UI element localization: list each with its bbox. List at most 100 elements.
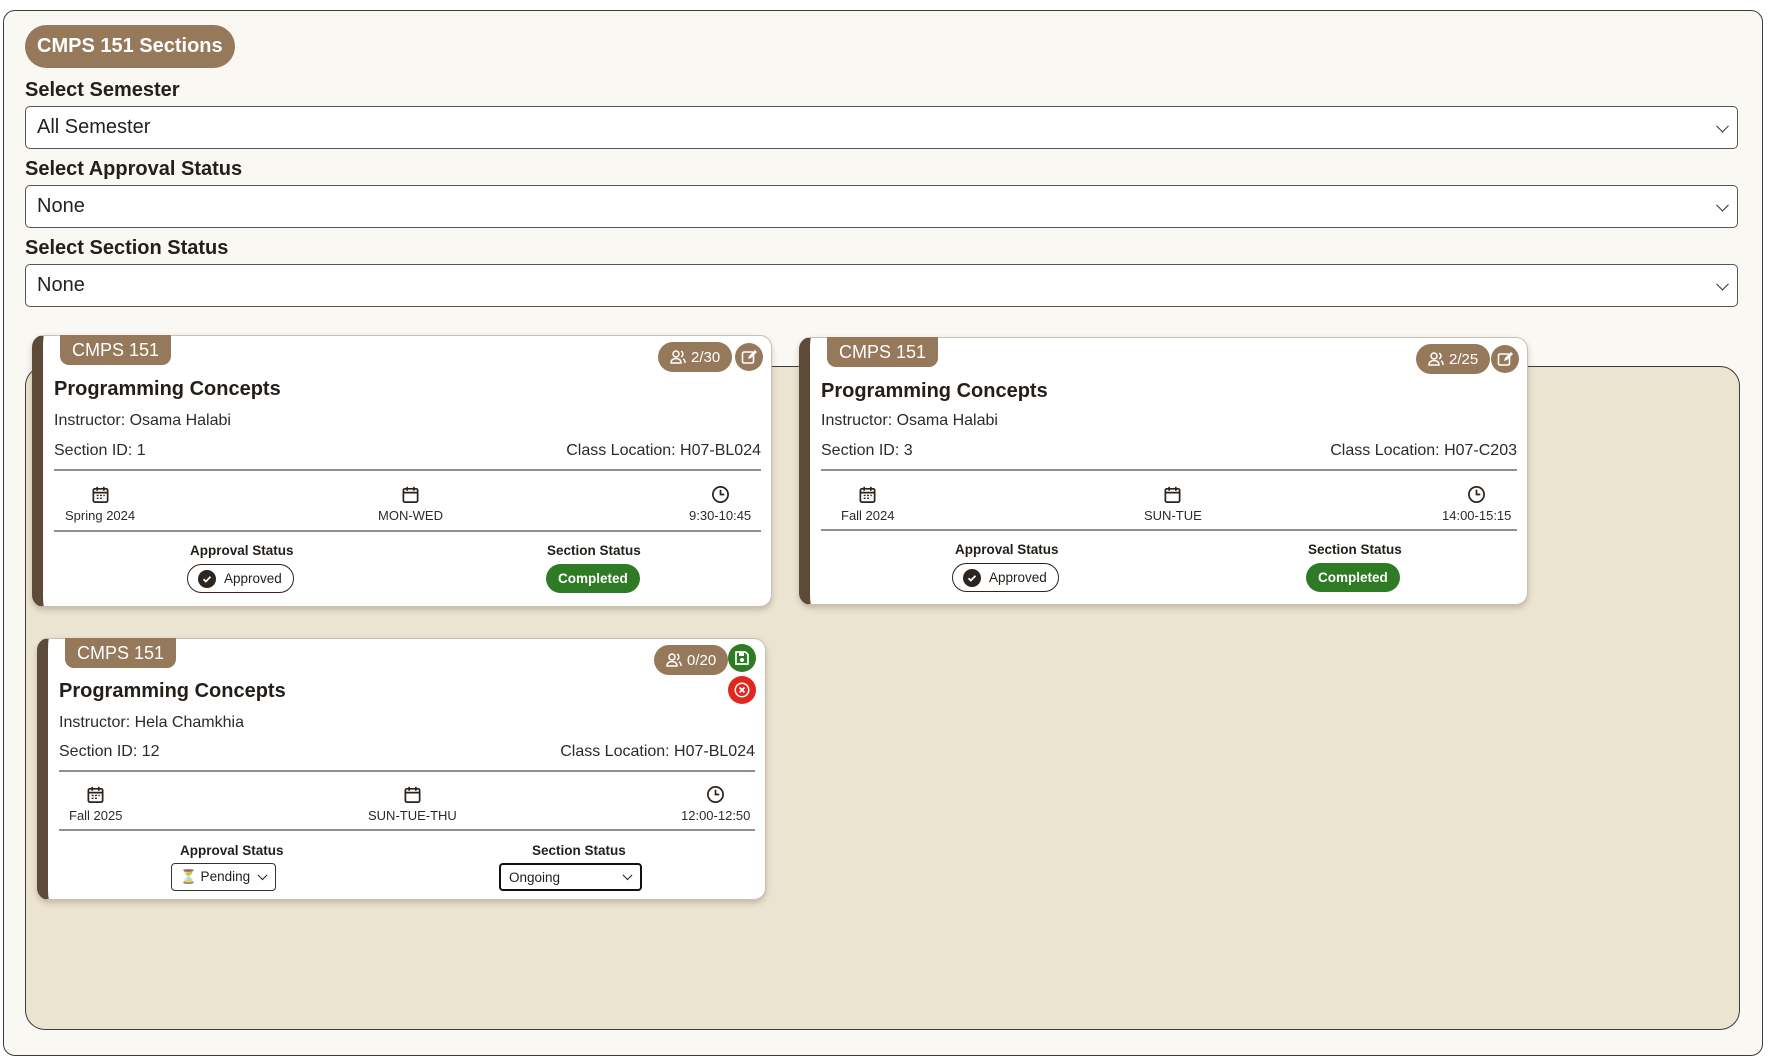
approval-status-label: Approval Status <box>180 843 284 858</box>
section-card: CMPS 151 0/20 Programming Concepts Instr… <box>37 638 766 900</box>
divider <box>54 530 761 532</box>
course-title: Programming Concepts <box>54 378 281 400</box>
approval-value: Approved <box>989 570 1047 585</box>
calendar-day-icon <box>402 486 419 503</box>
clock-icon <box>711 486 729 503</box>
instructor-name: Instructor: Osama Halabi <box>54 412 231 429</box>
approval-status-label: Approval Status <box>955 542 1059 557</box>
edit-icon <box>1497 352 1513 366</box>
divider <box>821 529 1517 531</box>
days-value: SUN-TUE-THU <box>368 808 457 823</box>
enrollment-count: 0/20 <box>654 645 729 675</box>
section-dropdown-value: Ongoing <box>509 869 561 885</box>
divider <box>59 829 755 831</box>
section-status-badge: Completed <box>546 564 640 593</box>
time-info: 14:00-15:15 <box>1442 485 1511 523</box>
divider <box>54 469 761 471</box>
chevron-down-icon <box>1716 119 1729 133</box>
chevron-down-icon <box>257 870 268 881</box>
edit-button[interactable] <box>735 343 763 371</box>
enrollment-count: 2/25 <box>1416 344 1491 374</box>
enrollment-count: 2/30 <box>658 342 733 372</box>
chevron-down-icon <box>1716 277 1729 291</box>
clock-icon <box>1468 486 1486 503</box>
days-value: SUN-TUE <box>1144 508 1202 523</box>
section-status-label: Section Status <box>1308 542 1402 557</box>
divider <box>59 770 755 772</box>
section-status-badge: Completed <box>1306 563 1400 592</box>
class-location: Class Location: H07-BL024 <box>566 442 761 459</box>
save-button[interactable] <box>728 644 756 672</box>
cancel-button[interactable] <box>728 676 756 704</box>
approval-value: Approved <box>224 571 282 586</box>
section-select-value: None <box>37 274 85 296</box>
section-id: Section ID: 12 <box>59 743 160 760</box>
users-icon <box>1428 352 1444 366</box>
enrollment-value: 0/20 <box>687 651 717 669</box>
calendar-icon <box>92 486 109 503</box>
days-value: MON-WED <box>378 508 443 523</box>
instructor-name: Instructor: Hela Chamkhia <box>59 714 244 731</box>
semester-value: Spring 2024 <box>65 508 136 523</box>
instructor-name: Instructor: Osama Halabi <box>821 412 998 429</box>
course-title: Programming Concepts <box>821 380 1048 402</box>
class-location: Class Location: H07-BL024 <box>560 743 755 760</box>
semester-select-value: All Semester <box>37 116 151 138</box>
semester-select[interactable]: All Semester <box>25 106 1738 149</box>
days-info: SUN-TUE <box>1144 485 1202 523</box>
enrollment-value: 2/30 <box>691 348 721 366</box>
users-icon <box>666 653 682 667</box>
users-icon <box>670 350 686 364</box>
cancel-icon <box>734 682 750 698</box>
edit-button[interactable] <box>1491 345 1519 373</box>
check-circle-icon <box>963 568 981 587</box>
semester-value: Fall 2024 <box>841 508 895 523</box>
course-code-tab: CMPS 151 <box>65 638 177 668</box>
approval-status-label: Approval Status <box>190 543 294 558</box>
time-info: 9:30-10:45 <box>689 485 751 523</box>
divider <box>821 469 1517 471</box>
calendar-icon <box>859 486 876 503</box>
course-title: Programming Concepts <box>59 680 286 702</box>
approval-status-select[interactable]: None <box>25 185 1738 228</box>
time-value: 9:30-10:45 <box>689 508 752 523</box>
section-status-label: Section Status <box>547 543 641 558</box>
days-info: SUN-TUE-THU <box>368 785 457 823</box>
semester-info: Spring 2024 <box>65 485 135 523</box>
semester-info: Fall 2024 <box>841 485 894 523</box>
course-code-tab: CMPS 151 <box>827 337 939 367</box>
class-location: Class Location: H07-C203 <box>1330 442 1517 459</box>
section-status-dropdown[interactable]: Ongoing <box>499 863 642 891</box>
check-circle-icon <box>198 569 216 588</box>
approval-select-value: None <box>37 195 85 217</box>
save-icon <box>735 651 749 665</box>
chevron-down-icon <box>622 870 633 881</box>
section-id: Section ID: 1 <box>54 442 146 459</box>
section-card: CMPS 151 2/25 Programming Concepts Instr… <box>799 337 1528 605</box>
semester-filter-label: Select Semester <box>25 79 180 101</box>
section-card: CMPS 151 2/30 Programming Concepts Instr… <box>32 335 772 607</box>
clock-icon <box>707 786 725 803</box>
time-info: 12:00-12:50 <box>681 785 750 823</box>
course-code-tab: CMPS 151 <box>60 335 172 365</box>
calendar-day-icon <box>404 786 421 803</box>
approval-filter-label: Select Approval Status <box>25 158 243 180</box>
time-value: 12:00-12:50 <box>681 808 751 823</box>
approval-badge: Approved <box>952 563 1059 592</box>
approval-badge: Approved <box>187 564 294 593</box>
chevron-down-icon <box>1716 198 1729 212</box>
section-id: Section ID: 3 <box>821 442 913 459</box>
semester-value: Fall 2025 <box>69 808 123 823</box>
approval-status-dropdown[interactable]: ⏳ Pending <box>171 863 276 891</box>
section-status-label: Section Status <box>532 843 626 858</box>
calendar-day-icon <box>1164 486 1181 503</box>
enrollment-value: 2/25 <box>1449 350 1479 368</box>
section-filter-label: Select Section Status <box>25 237 229 259</box>
edit-icon <box>741 350 757 364</box>
page-title: CMPS 151 Sections <box>25 25 235 68</box>
approval-dropdown-value: ⏳ Pending <box>180 869 251 884</box>
time-value: 14:00-15:15 <box>1442 508 1512 523</box>
days-info: MON-WED <box>378 485 443 523</box>
semester-info: Fall 2025 <box>69 785 122 823</box>
section-status-select[interactable]: None <box>25 264 1738 307</box>
